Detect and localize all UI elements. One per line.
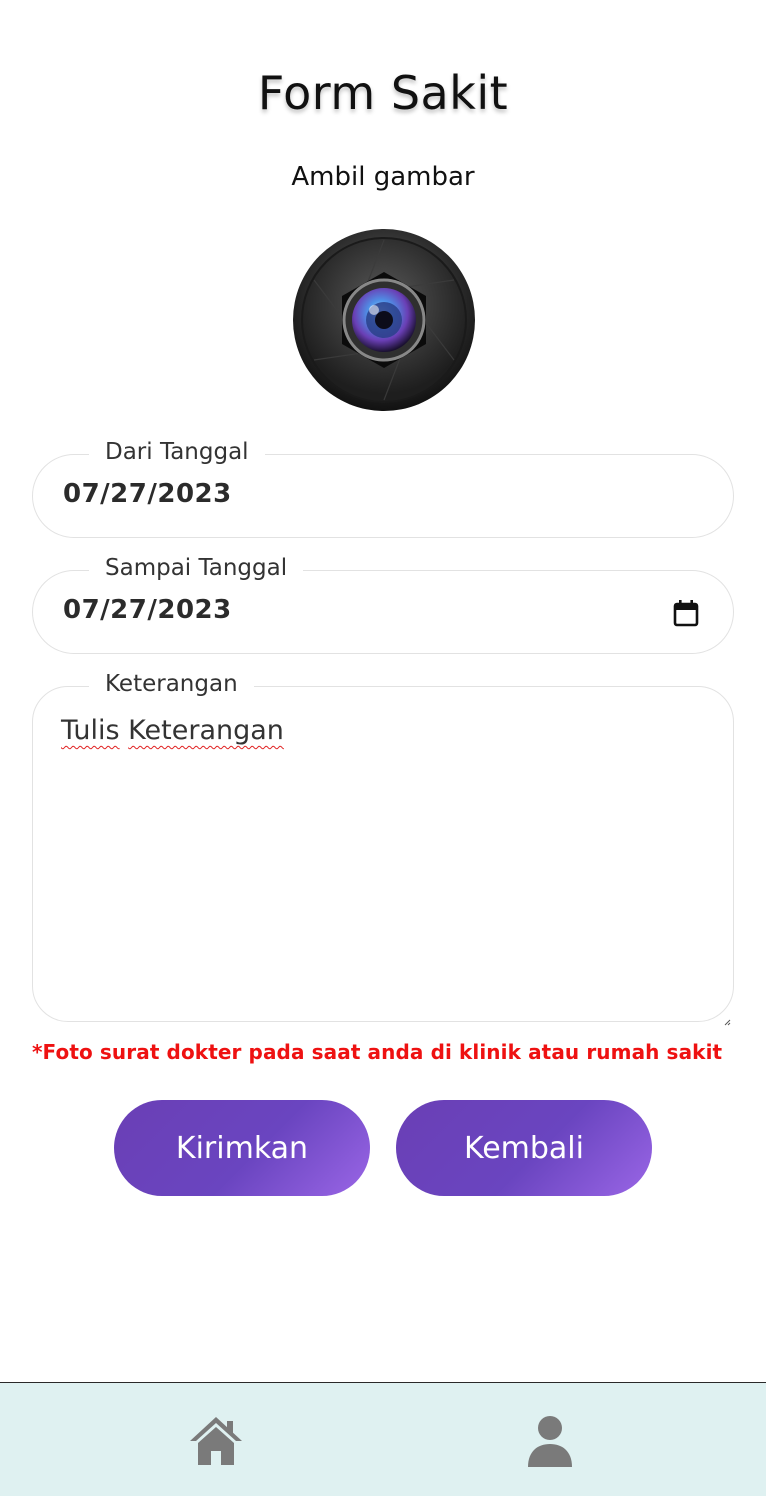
user-icon	[528, 1416, 572, 1467]
to-date-label: Sampai Tanggal	[89, 553, 304, 583]
resize-grip-icon[interactable]	[723, 1011, 731, 1026]
calendar-icon[interactable]	[673, 599, 699, 627]
notes-textarea[interactable]: Tulis Keterangan	[61, 715, 284, 746]
notes-text-word: Keterangan	[128, 715, 284, 746]
page-title: Form Sakit	[257, 66, 509, 120]
from-date-value[interactable]: 07/27/2023	[63, 479, 232, 509]
take-photo-label: Ambil gambar	[291, 162, 475, 192]
doctor-note-warning: *Foto surat dokter pada saat anda di kli…	[32, 1040, 723, 1064]
to-date-field[interactable]: Sampai Tanggal 07/27/2023	[32, 553, 734, 654]
from-date-label: Dari Tanggal	[89, 437, 265, 467]
bottom-navigation	[0, 1382, 766, 1496]
submit-button[interactable]: Kirimkan	[114, 1100, 370, 1196]
camera-lens-icon	[293, 229, 475, 411]
nav-profile[interactable]	[520, 1413, 580, 1469]
notes-field[interactable]: Keterangan Tulis Keterangan	[32, 669, 734, 1026]
form-sakit-page: Form Sakit Ambil gambar Dari Tanggal 07/…	[0, 0, 766, 1496]
to-date-value[interactable]: 07/27/2023	[63, 595, 232, 625]
notes-label: Keterangan	[89, 669, 254, 699]
back-button[interactable]: Kembali	[396, 1100, 652, 1196]
camera-button[interactable]	[292, 228, 476, 412]
nav-home[interactable]	[186, 1413, 246, 1469]
notes-text-word: Tulis	[61, 715, 120, 746]
from-date-field[interactable]: Dari Tanggal 07/27/2023	[32, 437, 734, 538]
home-icon	[190, 1417, 242, 1465]
